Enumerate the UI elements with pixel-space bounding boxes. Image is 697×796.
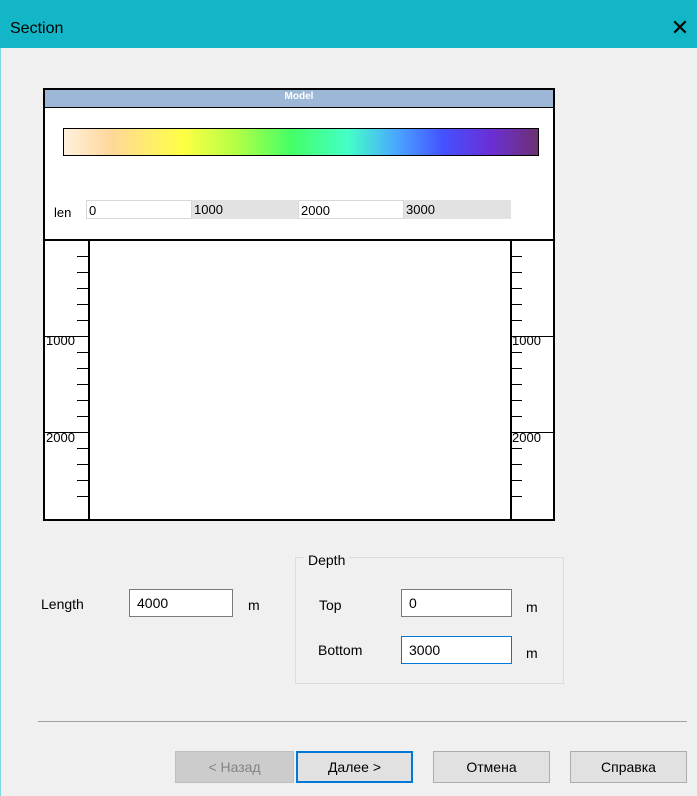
- right-depth-label: 2000: [512, 430, 541, 445]
- right-depth-ruler: [510, 241, 512, 519]
- ruler-tick: [77, 416, 89, 417]
- depth-group: [295, 557, 564, 684]
- ruler-tick: [510, 400, 522, 401]
- ruler-tick: [510, 448, 522, 449]
- len-tick-label: 3000: [404, 200, 511, 219]
- top-label: Top: [319, 597, 342, 613]
- back-button[interactable]: < Назад: [175, 751, 294, 783]
- close-icon[interactable]: ✕: [668, 16, 692, 40]
- ruler-tick: [77, 352, 89, 353]
- ruler-tick: [77, 448, 89, 449]
- ruler-tick: [77, 256, 89, 257]
- ruler-tick: [510, 288, 522, 289]
- ruler-tick: [510, 384, 522, 385]
- length-label: Length: [41, 596, 84, 612]
- left-depth-ruler: [88, 241, 90, 519]
- cancel-button[interactable]: Отмена: [433, 751, 550, 783]
- length-input[interactable]: [129, 589, 233, 617]
- ruler-tick: [77, 288, 89, 289]
- depth-group-label: Depth: [304, 552, 350, 568]
- len-tick-label: 0: [86, 200, 192, 219]
- ruler-tick: [510, 256, 522, 257]
- ruler-tick: [77, 496, 89, 497]
- len-tick-label: 1000: [192, 200, 298, 219]
- window-border: [0, 48, 1, 796]
- ruler-tick: [510, 304, 522, 305]
- ruler-tick: [510, 368, 522, 369]
- left-depth-label: 1000: [46, 333, 75, 348]
- length-unit: m: [248, 597, 260, 613]
- model-header: Model: [45, 90, 553, 108]
- bottom-input[interactable]: [401, 636, 512, 664]
- ruler-tick: [77, 400, 89, 401]
- window-title: Section: [10, 20, 64, 37]
- ruler-tick: [510, 496, 522, 497]
- ruler-tick: [77, 272, 89, 273]
- top-unit: m: [526, 599, 538, 615]
- title-bar: Section ✕: [0, 0, 697, 48]
- len-tick-label: 2000: [298, 200, 404, 219]
- ruler-tick: [510, 480, 522, 481]
- section-preview: Model len 0 1000 2000 3000 1000 2000 100…: [43, 88, 555, 521]
- ruler-tick: [77, 304, 89, 305]
- left-depth-label: 2000: [46, 430, 75, 445]
- ruler-tick: [77, 320, 89, 321]
- ruler-tick: [510, 320, 522, 321]
- ruler-tick: [510, 464, 522, 465]
- ruler-tick: [77, 480, 89, 481]
- ruler-tick: [510, 272, 522, 273]
- help-button[interactable]: Справка: [570, 751, 687, 783]
- bottom-label: Bottom: [318, 642, 363, 658]
- footer-divider: [38, 721, 687, 722]
- right-depth-label: 1000: [512, 333, 541, 348]
- ruler-tick: [77, 464, 89, 465]
- next-button[interactable]: Далее >: [296, 751, 413, 783]
- color-scale-bar: [63, 128, 539, 156]
- model-title: Model: [284, 91, 314, 102]
- ruler-tick: [510, 352, 522, 353]
- ruler-tick: [77, 368, 89, 369]
- bottom-unit: m: [526, 645, 538, 661]
- ruler-tick: [77, 384, 89, 385]
- len-axis-label: len: [54, 205, 72, 220]
- header-separator: [45, 239, 553, 241]
- top-input[interactable]: [401, 589, 512, 617]
- ruler-tick: [510, 416, 522, 417]
